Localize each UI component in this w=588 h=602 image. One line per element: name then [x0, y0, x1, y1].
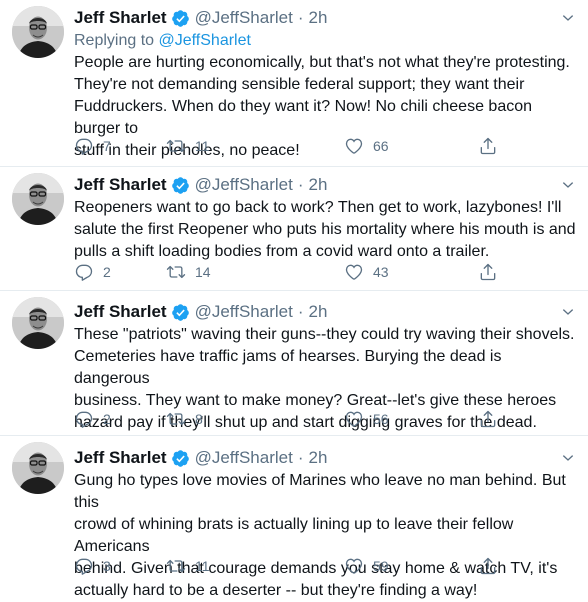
retweet-button[interactable]: 14	[166, 260, 211, 284]
retweet-count: 11	[195, 138, 210, 154]
share-button[interactable]	[478, 260, 498, 284]
tweet[interactable]: Jeff Sharlet @JeffSharlet · 2h Replying …	[0, 0, 588, 167]
tweet-text: Gung ho types love movies of Marines who…	[74, 472, 566, 599]
tweet-text: Reopeners want to go back to work? Then …	[74, 199, 576, 260]
like-count: 56	[373, 411, 389, 427]
author-name[interactable]: Jeff Sharlet	[74, 448, 167, 468]
avatar[interactable]	[12, 297, 64, 349]
reply-count: 2	[103, 264, 111, 280]
avatar[interactable]	[12, 173, 64, 225]
retweet-button[interactable]: 11	[166, 134, 210, 158]
reply-icon	[74, 262, 94, 282]
share-icon	[478, 136, 498, 156]
author-handle[interactable]: @JeffSharlet	[195, 448, 293, 468]
reply-icon	[74, 409, 94, 429]
retweet-icon	[166, 556, 186, 576]
timeline: Jeff Sharlet @JeffSharlet · 2h Replying …	[0, 0, 588, 599]
like-button[interactable]: 66	[344, 134, 389, 158]
like-button[interactable]: 43	[344, 260, 389, 284]
verified-badge-icon	[171, 303, 190, 322]
chevron-down-icon[interactable]	[560, 10, 576, 26]
timestamp[interactable]: 2h	[308, 302, 327, 322]
verified-badge-icon	[171, 176, 190, 195]
verified-badge-icon	[171, 9, 190, 28]
tweet[interactable]: Jeff Sharlet @JeffSharlet · 2h These "pa…	[0, 291, 588, 436]
author-handle[interactable]: @JeffSharlet	[195, 175, 293, 195]
reply-button[interactable]: 7	[74, 134, 111, 158]
share-icon	[478, 556, 498, 576]
timestamp[interactable]: 2h	[308, 175, 327, 195]
share-icon	[478, 409, 498, 429]
author-handle[interactable]: @JeffSharlet	[195, 8, 293, 28]
separator-dot: ·	[297, 175, 304, 194]
separator-dot: ·	[297, 8, 304, 27]
retweet-button[interactable]: 11	[166, 554, 210, 578]
reply-button[interactable]: 2	[74, 407, 111, 431]
tweet-header: Jeff Sharlet @JeffSharlet · 2h	[74, 173, 576, 197]
reply-count: 2	[103, 411, 111, 427]
retweet-count: 8	[195, 411, 203, 427]
retweet-icon	[166, 136, 186, 156]
reply-icon	[74, 556, 94, 576]
share-button[interactable]	[478, 134, 498, 158]
chevron-down-icon[interactable]	[560, 177, 576, 193]
author-name[interactable]: Jeff Sharlet	[74, 175, 167, 195]
like-icon	[344, 136, 364, 156]
tweet-actions: 7 11 66	[74, 134, 514, 158]
like-icon	[344, 262, 364, 282]
reply-button[interactable]: 3	[74, 554, 111, 578]
share-button[interactable]	[478, 554, 498, 578]
avatar[interactable]	[12, 6, 64, 58]
timestamp[interactable]: 2h	[308, 448, 327, 468]
author-handle[interactable]: @JeffSharlet	[195, 302, 293, 322]
like-count: 66	[373, 138, 389, 154]
tweet[interactable]: Jeff Sharlet @JeffSharlet · 2h Reopeners…	[0, 167, 588, 291]
timestamp[interactable]: 2h	[308, 8, 327, 28]
retweet-count: 14	[195, 264, 211, 280]
tweet-header: Jeff Sharlet @JeffSharlet · 2h	[74, 446, 576, 470]
chevron-down-icon[interactable]	[560, 304, 576, 320]
tweet[interactable]: Jeff Sharlet @JeffSharlet · 2h Gung ho t…	[0, 436, 588, 599]
retweet-icon	[166, 262, 186, 282]
reply-mention-link[interactable]: @JeffSharlet	[159, 32, 251, 49]
avatar[interactable]	[12, 442, 64, 494]
separator-dot: ·	[297, 302, 304, 321]
tweet-actions: 2 14 43	[74, 260, 514, 284]
share-icon	[478, 262, 498, 282]
author-name[interactable]: Jeff Sharlet	[74, 8, 167, 28]
reply-count: 3	[103, 558, 111, 574]
retweet-icon	[166, 409, 186, 429]
reply-icon	[74, 136, 94, 156]
tweet-actions: 2 8 56	[74, 407, 514, 431]
reply-count: 7	[103, 138, 111, 154]
like-count: 43	[373, 264, 389, 280]
like-icon	[344, 409, 364, 429]
reply-button[interactable]: 2	[74, 260, 111, 284]
tweet-actions: 3 11 59	[74, 554, 514, 578]
chevron-down-icon[interactable]	[560, 450, 576, 466]
author-name[interactable]: Jeff Sharlet	[74, 302, 167, 322]
separator-dot: ·	[297, 448, 304, 467]
replying-to-line: Replying to @JeffSharlet	[74, 30, 576, 52]
like-button[interactable]: 56	[344, 407, 389, 431]
verified-badge-icon	[171, 449, 190, 468]
retweet-button[interactable]: 8	[166, 407, 203, 431]
tweet-header: Jeff Sharlet @JeffSharlet · 2h	[74, 300, 576, 324]
retweet-count: 11	[195, 558, 210, 574]
like-count: 59	[373, 558, 389, 574]
replying-label: Replying to	[74, 32, 155, 49]
share-button[interactable]	[478, 407, 498, 431]
like-icon	[344, 556, 364, 576]
like-button[interactable]: 59	[344, 554, 389, 578]
tweet-header: Jeff Sharlet @JeffSharlet · 2h	[74, 6, 576, 30]
